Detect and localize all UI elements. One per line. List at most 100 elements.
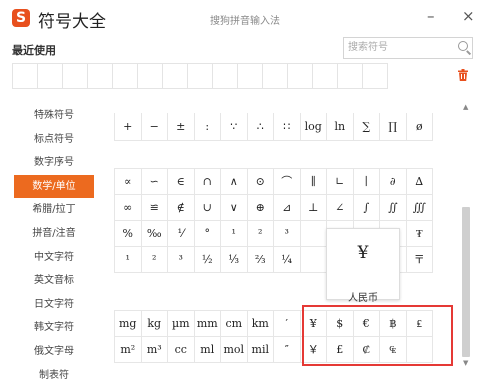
sidebar-item[interactable]: 俄文字母 [14, 340, 94, 364]
trash-icon[interactable] [458, 69, 468, 81]
sidebar-item[interactable]: 中文字符 [14, 246, 94, 270]
symbol-cell[interactable]: ∬ [380, 195, 407, 221]
symbol-cell[interactable]: $ [327, 311, 354, 337]
symbol-cell[interactable]: ∫ [353, 195, 380, 221]
minimize-button[interactable]: – [427, 7, 435, 25]
symbol-cell[interactable]: µm [168, 311, 195, 337]
symbol-cell[interactable]: ¥ [300, 311, 327, 337]
symbol-cell[interactable]: £ [327, 337, 354, 363]
symbol-cell[interactable]: ∠ [327, 195, 354, 221]
symbol-cell[interactable]: ′ [274, 311, 301, 337]
symbol-cell[interactable]: ⅓ [221, 247, 248, 273]
symbol-cell[interactable]: ∂ [380, 169, 407, 195]
close-button[interactable]: × [462, 7, 475, 25]
symbol-cell[interactable]: ⊕ [247, 195, 274, 221]
sidebar-item[interactable]: 制表符 [14, 364, 94, 387]
symbol-cell[interactable]: ∩ [194, 169, 221, 195]
symbol-cell[interactable]: mil [247, 337, 274, 363]
symbol-cell[interactable]: cm [221, 311, 248, 337]
search-input[interactable] [348, 40, 448, 55]
recent-symbol-slot[interactable] [338, 64, 363, 88]
sidebar-item[interactable]: 英文音标 [14, 269, 94, 293]
symbol-cell[interactable]: kg [141, 311, 168, 337]
symbol-cell[interactable]: mm [194, 311, 221, 337]
sidebar-item[interactable]: 特殊符号 [14, 104, 94, 128]
symbol-cell[interactable]: ∈ [168, 169, 195, 195]
symbol-cell[interactable]: m² [115, 337, 142, 363]
symbol-cell[interactable]: mg [115, 311, 142, 337]
symbol-cell[interactable]: ∨ [221, 195, 248, 221]
symbol-cell[interactable]: ‰ [141, 221, 168, 247]
symbol-cell[interactable]: ∧ [221, 169, 248, 195]
symbol-cell[interactable]: ⊿ [274, 195, 301, 221]
symbol-cell[interactable]: ∷ [274, 113, 301, 141]
sidebar-item[interactable]: 数学/单位 [14, 174, 94, 199]
sidebar-item[interactable]: 数字序号 [14, 151, 94, 175]
symbol-cell[interactable]: ₤ [406, 311, 433, 337]
scroll-down-arrow-icon[interactable]: ▼ [463, 359, 468, 367]
symbol-cell[interactable]: ∑ [353, 113, 380, 141]
symbol-cell[interactable]: ≌ [141, 195, 168, 221]
symbol-cell[interactable]: ∏ [380, 113, 407, 141]
sidebar-item[interactable]: 日文字符 [14, 293, 94, 317]
symbol-cell[interactable]: ∵ [221, 113, 248, 141]
symbol-cell[interactable]: ∽ [141, 169, 168, 195]
recent-symbol-slot[interactable] [88, 64, 113, 88]
symbol-cell[interactable]: ₮ [406, 221, 433, 247]
recent-symbol-slot[interactable] [138, 64, 163, 88]
search-box[interactable] [343, 37, 473, 59]
search-icon[interactable] [458, 41, 468, 51]
symbol-cell[interactable]: ⊥ [300, 195, 327, 221]
symbol-cell[interactable]: ⊙ [247, 169, 274, 195]
symbol-cell[interactable]: € [353, 311, 380, 337]
symbol-cell[interactable]: mol [221, 337, 248, 363]
recent-symbol-slot[interactable] [238, 64, 263, 88]
symbol-cell[interactable]: ∟ [327, 169, 354, 195]
scroll-up-arrow-icon[interactable]: ▲ [463, 103, 468, 111]
symbol-cell[interactable]: ø [406, 113, 433, 141]
symbol-cell[interactable]: ⅔ [247, 247, 274, 273]
symbol-cell[interactable]: ³ [168, 247, 195, 273]
symbol-cell[interactable]: cc [168, 337, 195, 363]
symbol-cell[interactable]: ₠ [380, 337, 407, 363]
recent-symbol-slot[interactable] [113, 64, 138, 88]
symbol-cell[interactable]: ∞ [115, 195, 142, 221]
recent-symbol-slot[interactable] [38, 64, 63, 88]
symbol-cell[interactable]: + [115, 113, 142, 141]
symbol-cell[interactable]: % [115, 221, 142, 247]
scrollbar-thumb[interactable] [462, 207, 470, 357]
symbol-cell[interactable]: ½ [194, 247, 221, 273]
sidebar-item[interactable]: 标点符号 [14, 128, 94, 152]
symbol-cell[interactable]: : [194, 113, 221, 141]
symbol-cell[interactable]: ln [327, 113, 354, 141]
symbol-cell[interactable] [300, 247, 327, 273]
symbol-cell[interactable]: ฿ [380, 311, 407, 337]
symbol-cell[interactable]: ⅟ [168, 221, 195, 247]
recent-symbol-slot[interactable] [213, 64, 238, 88]
sidebar-item[interactable]: 韩文字符 [14, 316, 94, 340]
symbol-cell[interactable]: ± [168, 113, 195, 141]
symbol-cell[interactable]: m³ [141, 337, 168, 363]
symbol-cell[interactable]: ″ [274, 337, 301, 363]
symbol-cell[interactable]: ∉ [168, 195, 195, 221]
symbol-cell[interactable]: ° [194, 221, 221, 247]
symbol-cell[interactable]: ¹ [115, 247, 142, 273]
symbol-cell[interactable]: ∝ [115, 169, 142, 195]
symbol-cell[interactable]: ∆ [406, 169, 433, 195]
recent-symbol-slot[interactable] [263, 64, 288, 88]
recent-symbol-slot[interactable] [288, 64, 313, 88]
symbol-cell[interactable]: ¹ [221, 221, 248, 247]
symbol-cell[interactable]: ∪ [194, 195, 221, 221]
symbol-cell[interactable]: ³ [274, 221, 301, 247]
symbol-cell[interactable]: ⌒ [274, 169, 301, 195]
symbol-cell[interactable]: ² [141, 247, 168, 273]
symbol-cell[interactable]: ² [247, 221, 274, 247]
symbol-cell[interactable] [406, 337, 433, 363]
symbol-cell[interactable]: log [300, 113, 327, 141]
symbol-cell[interactable]: 〒 [406, 247, 433, 273]
symbol-cell[interactable]: ∭ [406, 195, 433, 221]
recent-symbol-slot[interactable] [63, 64, 88, 88]
sidebar-item[interactable]: 拼音/注音 [14, 222, 94, 246]
symbol-cell[interactable] [300, 221, 327, 247]
recent-symbol-slot[interactable] [363, 64, 387, 88]
